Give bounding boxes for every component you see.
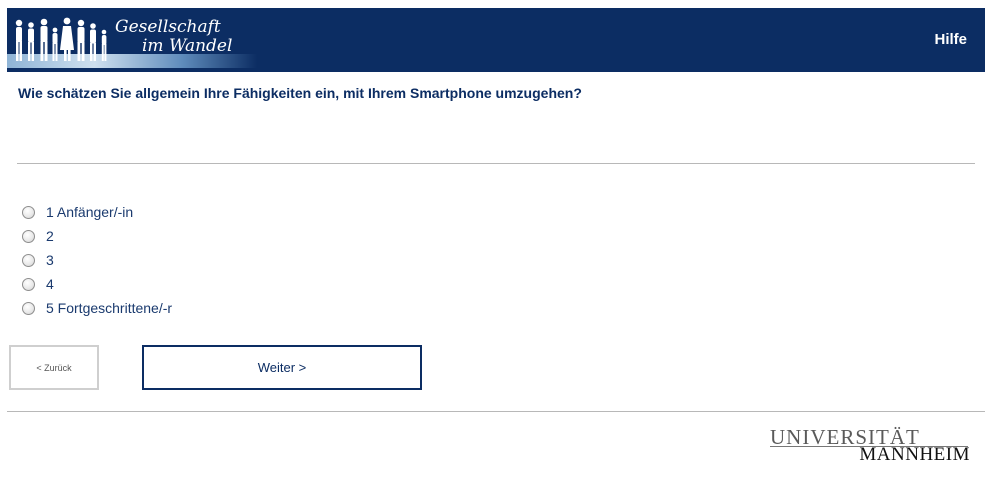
radio-button-icon[interactable] [22, 253, 35, 267]
question-text: Wie schätzen Sie allgemein Ihre Fähigkei… [18, 85, 582, 101]
answer-option-2[interactable]: 2 [20, 224, 172, 248]
survey-title-line1: Gesellschaft [115, 17, 221, 37]
divider-top [17, 163, 975, 164]
back-button[interactable]: < Zurück [9, 345, 99, 390]
answer-option-1[interactable]: 1 Anfänger/-in [20, 200, 172, 224]
radio-button-icon[interactable] [22, 205, 35, 219]
answer-option-5[interactable]: 5 Fortgeschrittene/-r [20, 296, 172, 320]
answer-option-label: 4 [46, 276, 54, 292]
answer-option-label: 1 Anfänger/-in [46, 204, 134, 220]
survey-page: Gesellschaft im Wandel Hilfe Wie schätze… [0, 0, 998, 486]
radio-button-icon[interactable] [22, 277, 35, 291]
university-logo: UNIVERSITÄT MANNHEIM [770, 426, 970, 466]
answer-options: 1 Anfänger/-in 2 3 4 5 Fortgeschrittene/… [20, 200, 172, 320]
help-link[interactable]: Hilfe [934, 31, 967, 48]
survey-title: Gesellschaft im Wandel [115, 18, 232, 56]
divider-bottom [7, 411, 985, 412]
radio-button-icon[interactable] [22, 229, 35, 243]
survey-logo: Gesellschaft im Wandel [7, 8, 257, 72]
answer-option-label: 2 [46, 228, 54, 244]
next-button[interactable]: Weiter > [142, 345, 422, 390]
survey-title-line2: im Wandel [142, 36, 233, 56]
answer-option-label: 5 Fortgeschrittene/-r [46, 300, 173, 316]
answer-option-3[interactable]: 3 [20, 248, 172, 272]
people-silhouettes-icon [15, 17, 107, 61]
header-bar: Gesellschaft im Wandel Hilfe [7, 8, 985, 72]
radio-button-icon[interactable] [22, 301, 35, 315]
answer-option-4[interactable]: 4 [20, 272, 172, 296]
answer-option-label: 3 [46, 252, 54, 268]
university-logo-line2: MANNHEIM [859, 444, 970, 465]
